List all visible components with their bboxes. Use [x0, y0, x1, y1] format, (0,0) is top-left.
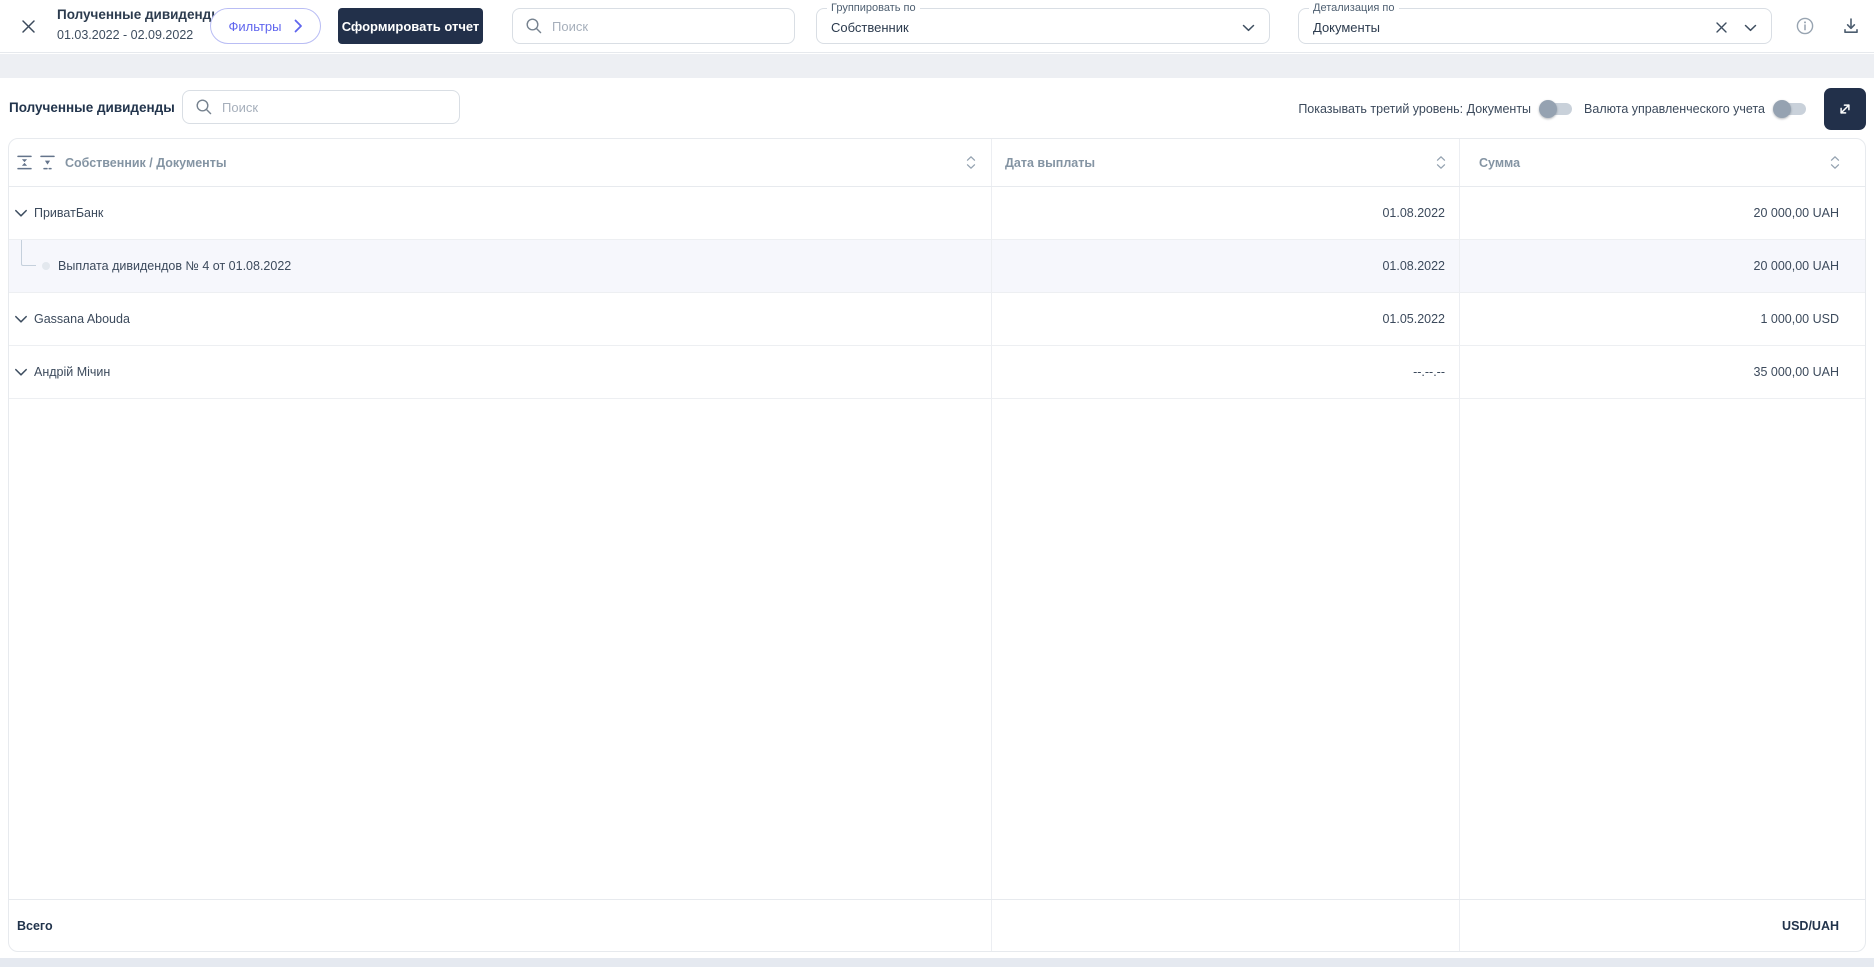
filters-button[interactable]: Фильтры [210, 8, 321, 44]
search-icon [196, 99, 212, 115]
clear-icon[interactable] [1715, 21, 1728, 34]
chevron-down-icon[interactable] [1242, 24, 1255, 32]
total-label: Всего [17, 918, 53, 933]
payout-date-cell: 01.08.2022 [991, 240, 1459, 292]
amount-cell: 20 000,00 UAH [1459, 187, 1865, 239]
tree-connector [21, 240, 36, 266]
table-header-row: Собственник / Документы Дата выплаты Сум… [9, 139, 1865, 187]
fullscreen-icon [1840, 104, 1850, 114]
table-body: ПриватБанк 01.08.2022 20 000,00 UAH Выпл… [9, 187, 1865, 399]
owner-cell: Андрій Мічин [9, 346, 991, 398]
total-currency: USD/UAH [1459, 900, 1865, 951]
section-title: Полученные дивиденды [9, 100, 175, 115]
topbar: Полученные дивиденды 01.03.2022 - 02.09.… [0, 0, 1874, 53]
third-level-label: Показывать третий уровень: Документы [1298, 102, 1532, 116]
column-label: Собственник / Документы [65, 155, 227, 170]
detail-by-select[interactable]: Детализация по Документы [1298, 2, 1772, 44]
sort-icon[interactable] [1829, 154, 1841, 171]
close-icon [21, 19, 35, 33]
table-search-input[interactable] [222, 99, 447, 115]
owner-cell: Gassana Abouda [9, 293, 991, 345]
horizontal-scrollbar[interactable] [0, 958, 1874, 967]
table-row[interactable]: Выплата дивидендов № 4 от 01.08.2022 01.… [9, 240, 1865, 293]
row-expand-chevron-down-icon[interactable] [14, 368, 28, 377]
dividends-report-window: Полученные дивиденды 01.03.2022 - 02.09.… [0, 0, 1874, 967]
close-button[interactable] [14, 12, 42, 40]
download-button[interactable] [1839, 14, 1863, 38]
filters-label: Фильтры [228, 18, 282, 34]
row-expand-chevron-down-icon[interactable] [14, 315, 28, 324]
table-row[interactable]: ПриватБанк 01.08.2022 20 000,00 UAH [9, 187, 1865, 240]
payout-date-cell: 01.08.2022 [991, 187, 1459, 239]
row-label: Андрій Мічин [34, 365, 111, 379]
group-by-select[interactable]: Группировать по Собственник [816, 2, 1270, 44]
collapse-all-icon[interactable] [16, 154, 33, 171]
dividends-table: Собственник / Документы Дата выплаты Сум… [8, 138, 1866, 952]
row-label: ПриватБанк [34, 206, 104, 220]
topbar-separator [0, 54, 1874, 78]
info-icon [1796, 17, 1814, 35]
owner-cell: Выплата дивидендов № 4 от 01.08.2022 [9, 240, 991, 292]
row-label: Выплата дивидендов № 4 от 01.08.2022 [58, 259, 292, 273]
report-title: Полученные дивиденды [57, 7, 223, 22]
expand-all-icon[interactable] [39, 154, 56, 171]
fullscreen-button[interactable] [1824, 88, 1866, 130]
owner-cell: ПриватБанк [9, 187, 991, 239]
column-label: Дата выплаты [1005, 155, 1096, 170]
table-row[interactable]: Андрій Мічин --.--.-- 35 000,00 UAH [9, 346, 1865, 399]
search-icon [526, 18, 542, 34]
table-view-controls: Показывать третий уровень: Документы Вал… [1298, 88, 1866, 130]
amount-cell: 1 000,00 USD [1459, 293, 1865, 345]
chevron-down-icon[interactable] [1744, 24, 1757, 32]
amount-cell: 35 000,00 UAH [1459, 346, 1865, 398]
date-column-header: Дата выплаты [991, 139, 1459, 186]
column-label: Сумма [1479, 155, 1521, 170]
topbar-search [512, 8, 795, 44]
table-row[interactable]: Gassana Abouda 01.05.2022 1 000,00 USD [9, 293, 1865, 346]
row-expand-chevron-down-icon[interactable] [14, 209, 28, 218]
sort-icon[interactable] [965, 154, 977, 171]
info-button[interactable] [1793, 14, 1817, 38]
chevron-right-icon [294, 19, 302, 33]
generate-report-button[interactable]: Сформировать отчет [338, 8, 483, 44]
management-currency-toggle[interactable] [1773, 99, 1808, 119]
tree-node-dot [42, 262, 50, 270]
owner-column-header: Собственник / Документы [9, 139, 991, 186]
detail-by-value: Документы [1313, 20, 1381, 35]
group-by-value: Собственник [831, 20, 909, 35]
table-search [182, 90, 460, 124]
download-icon [1844, 18, 1858, 33]
third-level-toggle[interactable] [1539, 99, 1574, 119]
table-empty-area [9, 399, 1865, 899]
sort-icon[interactable] [1435, 154, 1447, 171]
topbar-search-input[interactable] [552, 18, 782, 34]
amount-cell: 20 000,00 UAH [1459, 240, 1865, 292]
management-currency-label: Валюта управленческого учета [1584, 102, 1765, 116]
amount-column-header: Сумма [1459, 139, 1865, 186]
toggle-knob [1773, 100, 1791, 118]
table-footer-row: Всего USD/UAH [9, 899, 1865, 951]
payout-date-cell: 01.05.2022 [991, 293, 1459, 345]
row-label: Gassana Abouda [34, 312, 130, 326]
toggle-knob [1539, 100, 1558, 118]
tree-controls [16, 154, 56, 171]
payout-date-cell: --.--.-- [991, 346, 1459, 398]
